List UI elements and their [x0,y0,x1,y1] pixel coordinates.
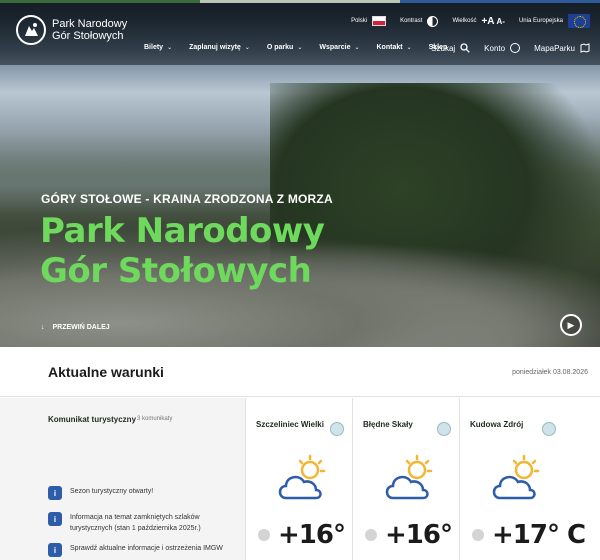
hero-banner: Park Narodowy Gór Stołowych Polski Kontr… [0,3,600,347]
contrast-toggle[interactable]: Kontrast [400,15,439,27]
weather-card-bledne-skaly[interactable]: Błędne Skały +16° C [353,398,479,560]
webcam-icon[interactable] [437,422,451,436]
nav-item-o-parku[interactable]: O parku ⌄ [267,44,302,51]
font-size-control: Wielkość +A A- [452,16,505,27]
play-video-button[interactable]: ▶ [560,314,582,336]
temperature: +17° C [492,520,586,550]
park-logo-icon [16,15,46,45]
location-name: Szczeliniec Wielki [256,420,324,429]
nav-label: Kontakt [376,44,403,51]
communique-panel: Komunikat turystyczny 3 komunikaty i Sez… [0,398,246,560]
play-icon: ▶ [567,319,575,330]
scroll-down-link[interactable]: ↓ PRZEWIŃ DALEJ [41,324,110,331]
utility-bar: Polski Kontrast Wielkość +A A- Unia Euro… [351,14,590,28]
notice-item[interactable]: i Informacja na temat zamkniętych szlakó… [48,512,238,534]
language-selector[interactable]: Polski [351,16,387,26]
logo-line1: Park Narodowy [52,18,128,30]
map-button[interactable]: MapaParku [534,43,590,53]
status-dot [258,529,270,541]
map-label: MapaParku [534,43,575,53]
nav-item-kontakt[interactable]: Kontakt ⌄ [377,44,412,51]
hero-subtitle: GÓRY STOŁOWE - KRAINA ZRODZONA Z MORZA [41,192,333,206]
account-button[interactable]: Konto [484,43,521,53]
size-label: Wielkość [452,18,477,24]
scroll-label: PRZEWIŃ DALEJ [52,324,110,331]
webcam-icon[interactable] [330,422,344,436]
nav-label: Bilety [144,44,164,51]
notice-text: Sprawdź aktualne informacje i ostrzeżeni… [70,545,223,552]
arrow-down-icon: ↓ [41,324,45,331]
info-icon: i [48,512,62,526]
sun-cloud-icon [385,454,433,500]
chevron-down-icon: ⌄ [167,45,173,51]
status-dot [365,529,377,541]
user-icon [510,43,521,53]
webcam-icon[interactable] [542,422,556,436]
chevron-down-icon: ⌄ [406,45,412,51]
main-nav: Bilety ⌄ Zaplanuj wizytę ⌄ O parku ⌄ Wsparc… [144,44,447,51]
weather-card-szczeliniec[interactable]: Szczeliniec Wielki +16° C [246,398,372,560]
notice-item[interactable]: i Sprawdź aktualne informacje i ostrzeże… [48,543,238,557]
font-decrease-button[interactable]: A- [497,17,505,26]
search-icon [460,43,470,53]
account-label: Konto [484,43,506,53]
info-icon: i [48,543,62,557]
chevron-down-icon: ⌄ [244,45,250,51]
location-name: Błędne Skały [363,420,413,429]
contrast-label: Kontrast [400,18,423,24]
communique-title: Komunikat turystyczny [48,415,137,424]
nav-item-wsparcie[interactable]: Wsparcie ⌄ [319,44,359,51]
contrast-icon [427,15,439,27]
hero-title: Park Narodowy Gór Stołowych [40,211,325,291]
eu-link[interactable]: Unia Europejska [519,14,590,28]
conditions-date: poniedziałek 03.08.2026 [512,369,588,376]
notice-text: Sezon turystyczny otwarty! [70,488,154,495]
location-name: Kudowa Zdrój [470,420,524,429]
nav-label: Zaplanuj wizytę [189,44,241,51]
sun-cloud-icon [278,454,326,500]
info-icon: i [48,486,62,500]
chevron-down-icon: ⌄ [297,45,303,51]
sun-cloud-icon [492,454,540,500]
communique-count: 3 komunikaty [137,416,173,422]
eu-label: Unia Europejska [518,18,563,24]
status-dot [472,529,484,541]
eu-flag-icon [568,14,590,28]
search-button[interactable]: Szukaj [431,43,470,53]
font-increase-button[interactable]: +A [481,16,494,27]
language-label: Polski [351,18,368,24]
polish-flag-icon [372,16,387,26]
nav-label: Wsparcie [319,44,351,51]
weather-card-kudowa[interactable]: Kudowa Zdrój +17° C [460,398,600,560]
map-icon [580,43,590,53]
nav-tools: Szukaj Konto MapaParku [431,43,590,53]
conditions-header: Aktualne warunki poniedziałek 03.08.2026 [0,347,600,397]
nav-label: O parku [266,44,294,51]
conditions-title: Aktualne warunki [48,364,164,380]
nav-item-bilety[interactable]: Bilety ⌄ [144,44,172,51]
nav-item-zaplanuj[interactable]: Zaplanuj wizytę ⌄ [189,44,250,51]
logo-line2: Gór Stołowych [52,30,124,42]
park-logo[interactable]: Park Narodowy Gór Stołowych [16,15,127,45]
notice-text: Informacja na temat zamkniętych szlaków … [70,514,201,532]
search-label: Szukaj [431,43,456,53]
notice-item[interactable]: i Sezon turystyczny otwarty! [48,486,238,500]
chevron-down-icon: ⌄ [354,45,360,51]
